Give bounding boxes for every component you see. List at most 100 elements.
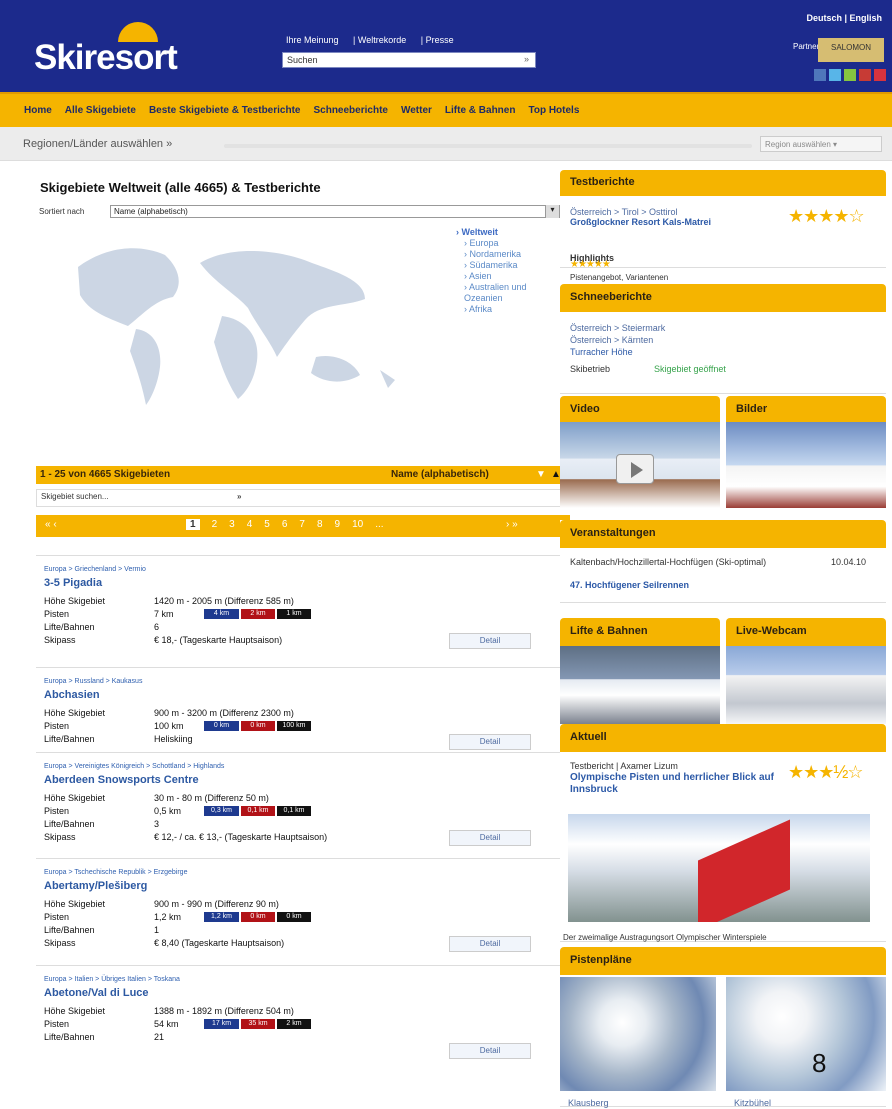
region-asia[interactable]: › Asien: [456, 271, 546, 282]
site-search-input[interactable]: Suchen: [282, 52, 536, 68]
listing-value: 1420 m - 2005 m (Differenz 585 m): [154, 596, 294, 606]
region-south-america[interactable]: › Südamerika: [456, 260, 546, 271]
page-4[interactable]: 4: [247, 519, 253, 530]
listing-name[interactable]: Aberdeen Snowsports Centre: [44, 774, 199, 786]
result-count: 1 - 25 von 4665 Skigebieten: [40, 469, 171, 480]
highlight-stars: ★★★★★: [570, 259, 611, 270]
piste-map-link[interactable]: Kitzbühel: [734, 1097, 771, 1109]
webcam-thumbnail[interactable]: [726, 646, 886, 728]
records-link[interactable]: Weltrekorde: [358, 35, 406, 45]
detail-button[interactable]: Detail: [449, 734, 531, 750]
region-worldwide[interactable]: › Weltweit: [456, 227, 546, 238]
listing-value: 30 m - 80 m (Differenz 50 m): [154, 793, 269, 803]
region-north-america[interactable]: › Nordamerika: [456, 249, 546, 260]
listing-breadcrumb[interactable]: Europa > Vereinigtes Königreich > Schott…: [44, 763, 224, 770]
video-thumbnail[interactable]: [560, 422, 720, 508]
nav-home[interactable]: Home: [24, 105, 52, 116]
world-map[interactable]: [50, 225, 440, 415]
language-switch[interactable]: Deutsch | English: [806, 13, 882, 23]
page-10[interactable]: 10: [352, 519, 363, 530]
page-1[interactable]: 1: [186, 519, 200, 530]
nav-snow-reports[interactable]: Schneeberichte: [313, 105, 387, 116]
test-ski-area-name[interactable]: Großglockner Resort Kals-Matrei: [570, 216, 711, 228]
piste-map-thumbnail[interactable]: [560, 977, 716, 1091]
result-sort[interactable]: Name (alphabetisch): [391, 469, 489, 480]
news-image[interactable]: [568, 814, 870, 922]
listing-name[interactable]: 3-5 Pigadia: [44, 577, 102, 589]
site-search-button[interactable]: »: [524, 54, 529, 64]
page-6[interactable]: 6: [282, 519, 288, 530]
partner-logo[interactable]: SALOMON: [818, 38, 884, 62]
nav-hotels[interactable]: Top Hotels: [528, 105, 579, 116]
mail-icon[interactable]: [859, 69, 871, 81]
medium-slope-bar: 2 km: [241, 609, 275, 619]
pager-first-prev[interactable]: « ‹: [45, 519, 57, 530]
event-location: Kaltenbach/Hochzillertal-Hochfügen (Ski-…: [570, 557, 767, 567]
piste-map-thumbnail[interactable]: [726, 977, 886, 1091]
listing-breadcrumb[interactable]: Europa > Griechenland > Vermio: [44, 566, 146, 573]
ski-area-search-button[interactable]: »: [237, 492, 241, 501]
listing-label: Höhe Skigebiet: [44, 596, 106, 606]
play-icon[interactable]: [616, 454, 654, 484]
pager-next-last[interactable]: › »: [506, 519, 518, 530]
piste-map-link[interactable]: Klausberg: [568, 1097, 609, 1109]
region-oceania[interactable]: › Australien und Ozeanien: [456, 282, 546, 304]
listing-value: 54 km: [154, 1019, 179, 1029]
listing-label: Höhe Skigebiet: [44, 1006, 106, 1016]
page-2[interactable]: 2: [212, 519, 218, 530]
share-icon[interactable]: [844, 69, 856, 81]
photo-thumbnail[interactable]: [726, 422, 886, 508]
listing-breadcrumb[interactable]: Europa > Italien > Übriges Italien > Tos…: [44, 976, 180, 983]
ski-area-search-input[interactable]: Skigebiet suchen...: [39, 492, 267, 504]
page-9[interactable]: 9: [335, 519, 341, 530]
lift-thumbnail[interactable]: [560, 646, 720, 728]
detail-button[interactable]: Detail: [449, 936, 531, 952]
ski-area-search: Skigebiet suchen... »: [36, 489, 570, 507]
snow-region-link[interactable]: Österreich > Steiermark: [570, 322, 665, 334]
news-headline[interactable]: Olympische Pisten und herrlicher Blick a…: [570, 772, 780, 796]
region-europe[interactable]: › Europa: [456, 238, 546, 249]
listing-value: 100 km: [154, 721, 184, 731]
favorite-icon[interactable]: [874, 69, 886, 81]
video-panel: Video: [560, 396, 720, 508]
lifts-title: Lifte & Bahnen: [560, 618, 720, 646]
detail-button[interactable]: Detail: [449, 1043, 531, 1059]
site-logo[interactable]: Skiresort: [34, 38, 178, 78]
nav-best-ski-areas[interactable]: Beste Skigebiete & Testberichte: [149, 105, 301, 116]
listing-name[interactable]: Abchasien: [44, 689, 100, 701]
region-label[interactable]: Regionen/Länder auswählen »: [23, 138, 172, 150]
region-africa[interactable]: › Afrika: [456, 304, 546, 315]
twitter-icon[interactable]: [829, 69, 841, 81]
nav-ski-areas[interactable]: Alle Skigebiete: [65, 105, 136, 116]
listing-label: Lifte/Bahnen: [44, 1032, 95, 1042]
feedback-link[interactable]: Ihre Meinung: [286, 35, 339, 45]
nav-lifts[interactable]: Lifte & Bahnen: [445, 105, 516, 116]
news-breadcrumb[interactable]: Testbericht | Axamer Lizum: [570, 760, 678, 772]
page-3[interactable]: 3: [229, 519, 235, 530]
listing-breadcrumb[interactable]: Europa > Tschechische Republik > Erzgebi…: [44, 869, 187, 876]
listing-label: Lifte/Bahnen: [44, 819, 95, 829]
status-value: Skigebiet geöffnet: [654, 364, 726, 374]
event-link[interactable]: 47. Hochfügener Seilrennen: [570, 579, 689, 591]
facebook-icon[interactable]: [814, 69, 826, 81]
page-5[interactable]: 5: [264, 519, 270, 530]
detail-button[interactable]: Detail: [449, 830, 531, 846]
listing-name[interactable]: Abetone/Val di Luce: [44, 987, 149, 999]
sort-down-icon[interactable]: ▼: [536, 469, 546, 480]
easy-slope-bar: 0,3 km: [204, 806, 239, 816]
nav-weather[interactable]: Wetter: [401, 105, 432, 116]
listing-breadcrumb[interactable]: Europa > Russland > Kaukasus: [44, 678, 142, 685]
snow-region-link[interactable]: Österreich > Kärnten: [570, 334, 653, 346]
page-8[interactable]: 8: [317, 519, 323, 530]
sort-label: Sortiert nach: [39, 207, 85, 216]
page-number: 8: [812, 1048, 827, 1078]
sort-select[interactable]: Name (alphabetisch): [110, 205, 560, 218]
snow-ski-area-link[interactable]: Turracher Höhe: [570, 346, 633, 358]
detail-button[interactable]: Detail: [449, 633, 531, 649]
snow-reports-panel: Schneeberichte Österreich > Steiermark Ö…: [560, 284, 886, 394]
region-select[interactable]: Region auswählen ▾: [760, 136, 882, 152]
press-link[interactable]: Presse: [426, 35, 454, 45]
listing-name[interactable]: Abertamy/Plešiberg: [44, 880, 147, 892]
listing-label: Höhe Skigebiet: [44, 793, 106, 803]
page-7[interactable]: 7: [299, 519, 305, 530]
